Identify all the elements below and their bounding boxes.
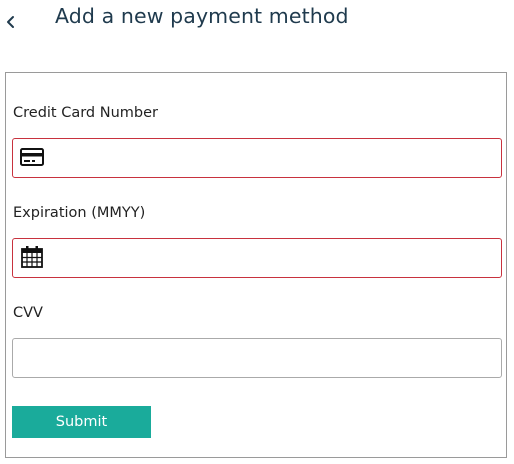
- page-header: Add a new payment method: [0, 0, 514, 40]
- credit-card-icon: [20, 147, 44, 169]
- expiration-input[interactable]: [53, 239, 493, 277]
- submit-button[interactable]: Submit: [12, 406, 151, 438]
- card-number-input[interactable]: [53, 139, 493, 177]
- page-title: Add a new payment method: [55, 4, 349, 28]
- expiration-label: Expiration (MMYY): [13, 205, 146, 221]
- calendar-icon: [20, 246, 44, 269]
- cvv-input[interactable]: [21, 339, 493, 377]
- back-button[interactable]: [0, 2, 24, 34]
- cvv-label: CVV: [13, 305, 43, 321]
- expiration-field[interactable]: [12, 238, 502, 278]
- chevron-left-icon: [0, 14, 24, 30]
- payment-method-form: Credit Card Number Expiration (MMYY) CVV…: [5, 72, 507, 458]
- cvv-field[interactable]: [12, 338, 502, 378]
- card-number-label: Credit Card Number: [13, 105, 158, 121]
- card-number-field[interactable]: [12, 138, 502, 178]
